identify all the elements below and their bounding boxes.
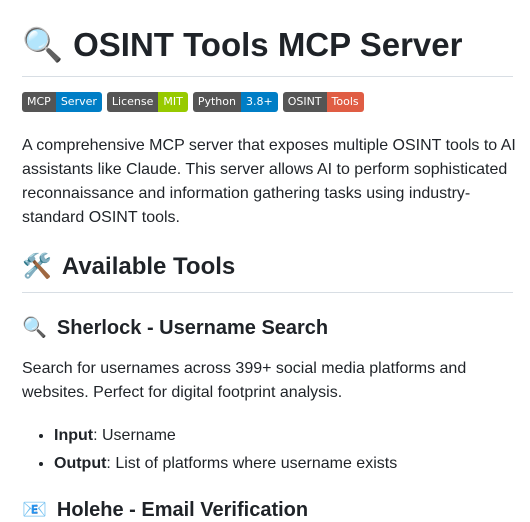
sherlock-description: Search for usernames across 399+ social … — [22, 360, 467, 401]
badge-osint[interactable]: OSINT Tools — [282, 92, 364, 112]
sherlock-heading: 🔍 Sherlock - Username Search — [22, 314, 328, 342]
page-title: 🔍 OSINT Tools MCP Server — [22, 22, 462, 68]
section-heading-text: Available Tools — [61, 253, 236, 280]
sherlock-io-list: Input: Username Output: List of platform… — [22, 422, 397, 478]
badge-mcp[interactable]: MCP Server — [22, 92, 102, 112]
holehe-heading-text: Holehe - Email Verification — [56, 499, 309, 521]
holehe-heading: 📧 Holehe - Email Verification — [22, 496, 308, 522]
title-divider — [22, 76, 513, 77]
readme-page: 🔍 OSINT Tools MCP Server MCP Server Lice… — [0, 0, 530, 522]
section-divider — [22, 292, 513, 293]
intro-paragraph: A comprehensive MCP server that exposes … — [22, 137, 516, 226]
page-title-text: OSINT Tools MCP Server — [73, 26, 463, 63]
tools-icon: 🛠️ — [22, 253, 52, 280]
section-heading-available-tools: 🛠️ Available Tools — [22, 250, 235, 284]
badge-python[interactable]: Python 3.8+ — [192, 92, 278, 112]
email-icon: 📧 — [22, 499, 47, 521]
magnifier-icon: 🔍 — [22, 317, 47, 339]
magnifier-icon: 🔍 — [22, 26, 64, 63]
badge-row: MCP Server License MIT Python 3.8+ OSINT… — [22, 92, 364, 112]
list-item: Output: List of platforms where username… — [54, 450, 397, 478]
list-item: Input: Username — [54, 422, 397, 450]
badge-license[interactable]: License MIT — [106, 92, 188, 112]
sherlock-heading-text: Sherlock - Username Search — [56, 317, 329, 339]
